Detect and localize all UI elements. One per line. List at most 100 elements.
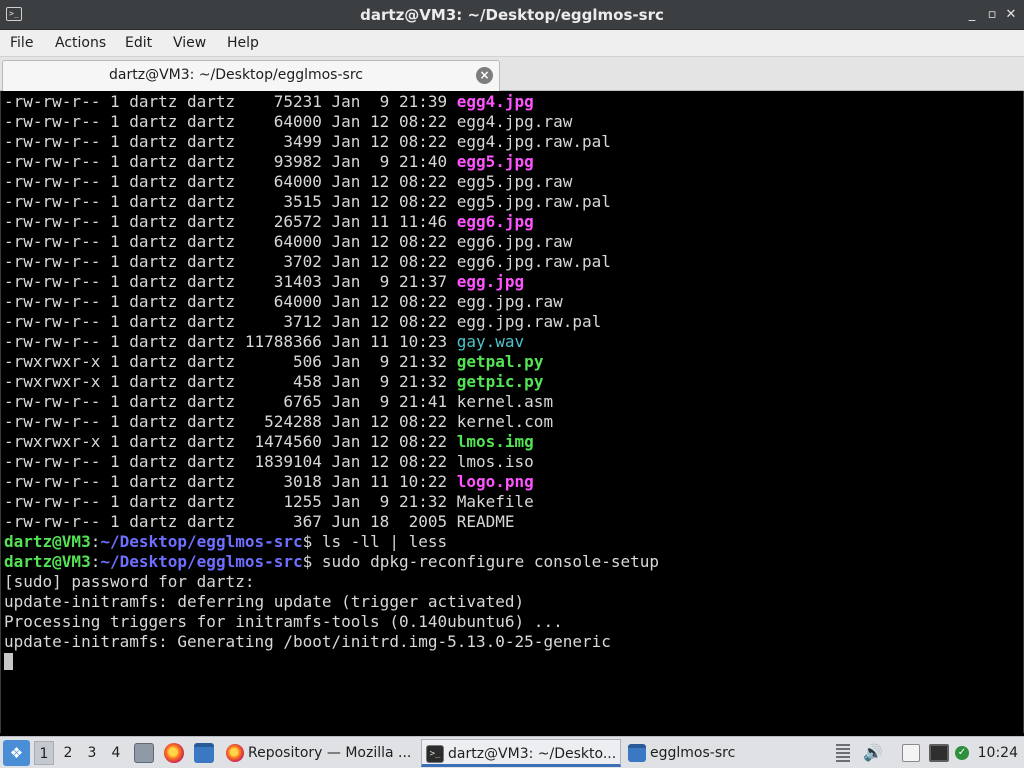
close-icon[interactable]: ✕ [1003,7,1019,23]
terminal-text: -rwxrwxr-x 1 dartz dartz 1474560 Jan 12 … [4,432,457,451]
terminal-text: -rw-rw-r-- 1 dartz dartz 93982 Jan 9 21:… [4,152,457,171]
terminal-text: -rw-rw-r-- 1 dartz dartz 64000 Jan 12 08… [4,232,573,251]
terminal-tab[interactable]: dartz@VM3: ~/Desktop/egglmos-src × [2,60,500,91]
menu-file[interactable]: File [8,30,35,57]
terminal-line: -rw-rw-r-- 1 dartz dartz 75231 Jan 9 21:… [4,92,659,112]
terminal-line: -rwxrwxr-x 1 dartz dartz 458 Jan 9 21:32… [4,372,659,392]
workspace-2[interactable]: 2 [58,741,78,765]
terminal-line: -rw-rw-r-- 1 dartz dartz 64000 Jan 12 08… [4,172,659,192]
terminal-output[interactable]: -rw-rw-r-- 1 dartz dartz 75231 Jan 9 21:… [0,91,1024,733]
terminal-line: -rw-rw-r-- 1 dartz dartz 11788366 Jan 11… [4,332,659,352]
menu-bar: File Actions Edit View Help [0,30,1024,57]
terminal-text-magenta: logo.png [456,472,534,491]
terminal-text: -rw-rw-r-- 1 dartz dartz 1255 Jan 9 21:3… [4,492,534,511]
terminal-line: -rw-rw-r-- 1 dartz dartz 3712 Jan 12 08:… [4,312,659,332]
minimize-icon[interactable]: _ [964,7,980,23]
terminal-text: -rw-rw-r-- 1 dartz dartz 524288 Jan 12 0… [4,412,554,431]
file-manager-launcher-icon[interactable] [194,743,214,763]
terminal-cursor [4,653,13,670]
workspace-1[interactable]: 1 [34,741,54,765]
task-firefox[interactable]: Repository — Mozilla ... [222,739,418,767]
terminal-line: dartz@VM3:~/Desktop/egglmos-src$ ls -ll … [4,532,659,552]
terminal-text: $ sudo dpkg-reconfigure console-setup [302,552,660,571]
terminal-line: -rw-rw-r-- 1 dartz dartz 524288 Jan 12 0… [4,412,659,432]
firefox-icon [226,744,244,762]
terminal-text-prompt-user: dartz@VM3 [4,532,91,551]
terminal-line: -rw-rw-r-- 1 dartz dartz 3499 Jan 12 08:… [4,132,659,152]
terminal-text: -rw-rw-r-- 1 dartz dartz 367 Jun 18 2005… [4,512,515,531]
network-display-icon[interactable] [929,744,949,762]
firefox-launcher-icon[interactable] [164,743,184,763]
terminal-line: -rw-rw-r-- 1 dartz dartz 31403 Jan 9 21:… [4,272,659,292]
task-label: egglmos-src [650,745,736,761]
workspace-4[interactable]: 4 [106,741,126,765]
terminal-line: -rw-rw-r-- 1 dartz dartz 26572 Jan 11 11… [4,212,659,232]
terminal-text-green: lmos.img [456,432,534,451]
terminal-text: -rw-rw-r-- 1 dartz dartz 3515 Jan 12 08:… [4,192,611,211]
menu-edit[interactable]: Edit [123,30,154,57]
terminal-line: update-initramfs: Generating /boot/initr… [4,632,659,652]
terminal-line: -rw-rw-r-- 1 dartz dartz 64000 Jan 12 08… [4,112,659,132]
terminal-line: -rw-rw-r-- 1 dartz dartz 93982 Jan 9 21:… [4,152,659,172]
terminal-text: [sudo] password for dartz: [4,572,255,591]
terminal-line: -rw-rw-r-- 1 dartz dartz 64000 Jan 12 08… [4,232,659,252]
clock[interactable]: 10:24 [978,737,1018,768]
terminal-text-magenta: egg.jpg [456,272,525,291]
terminal-text: -rw-rw-r-- 1 dartz dartz 64000 Jan 12 08… [4,112,573,131]
workspace-3[interactable]: 3 [82,741,102,765]
window-titlebar: >_ dartz@VM3: ~/Desktop/egglmos-src _ ▫ … [0,0,1024,30]
terminal-text: -rw-rw-r-- 1 dartz dartz 3712 Jan 12 08:… [4,312,602,331]
terminal-text: update-initramfs: deferring update (trig… [4,592,525,611]
volume-icon[interactable]: 🔊 [863,744,883,762]
tab-close-icon[interactable]: × [476,67,493,84]
terminal-text: -rw-rw-r-- 1 dartz dartz 75231 Jan 9 21:… [4,92,457,111]
terminal-line [4,652,659,672]
menu-help[interactable]: Help [225,30,261,57]
update-notifier-icon[interactable]: ✓ [955,746,969,760]
show-desktop-icon[interactable] [134,743,154,763]
terminal-text: update-initramfs: Generating /boot/initr… [4,632,611,651]
terminal-line: -rw-rw-r-- 1 dartz dartz 3702 Jan 12 08:… [4,252,659,272]
terminal-text-cyan: gay.wav [456,332,525,351]
terminal-line: update-initramfs: deferring update (trig… [4,592,659,612]
terminal-line: -rw-rw-r-- 1 dartz dartz 3515 Jan 12 08:… [4,192,659,212]
terminal-icon: >_ [426,745,444,763]
terminal-text-magenta: egg5.jpg [456,152,534,171]
terminal-line: -rwxrwxr-x 1 dartz dartz 1474560 Jan 12 … [4,432,659,452]
folder-icon [628,744,646,762]
terminal-text: -rw-rw-r-- 1 dartz dartz 1839104 Jan 12 … [4,452,534,471]
maximize-icon[interactable]: ▫ [984,7,1000,23]
terminal-text: -rw-rw-r-- 1 dartz dartz 3018 Jan 11 10:… [4,472,457,491]
terminal-line: -rw-rw-r-- 1 dartz dartz 367 Jun 18 2005… [4,512,659,532]
terminal-text-green: getpic.py [456,372,544,391]
task-label: dartz@VM3: ~/Deskto... [448,746,617,762]
terminal-text: -rw-rw-r-- 1 dartz dartz 64000 Jan 12 08… [4,292,563,311]
terminal-line: -rw-rw-r-- 1 dartz dartz 3018 Jan 11 10:… [4,472,659,492]
terminal-text-green: getpal.py [456,352,544,371]
terminal-text: -rw-rw-r-- 1 dartz dartz 3499 Jan 12 08:… [4,132,611,151]
terminal-text: $ ls -ll | less [302,532,448,551]
task-terminal[interactable]: >_ dartz@VM3: ~/Deskto... [421,739,621,767]
window-title: dartz@VM3: ~/Desktop/egglmos-src [360,6,664,24]
start-menu-icon[interactable]: ❖ [3,740,30,766]
terminal-text-magenta: egg6.jpg [456,212,534,231]
separator-grip-icon [836,744,850,762]
clipboard-icon[interactable] [902,744,920,762]
menu-actions[interactable]: Actions [53,30,108,57]
terminal-line: dartz@VM3:~/Desktop/egglmos-src$ sudo dp… [4,552,659,572]
terminal-text-prompt-path: ~/Desktop/egglmos-src [100,532,303,551]
terminal-text: : [90,532,101,551]
terminal-text-prompt-user: dartz@VM3 [4,552,91,571]
terminal-text: -rw-rw-r-- 1 dartz dartz 3702 Jan 12 08:… [4,252,611,271]
task-file-manager[interactable]: egglmos-src [624,739,754,767]
terminal-text-prompt-path: ~/Desktop/egglmos-src [100,552,303,571]
terminal-text: -rw-rw-r-- 1 dartz dartz 11788366 Jan 11… [4,332,457,351]
terminal-text: : [90,552,101,571]
terminal-line: -rw-rw-r-- 1 dartz dartz 1255 Jan 9 21:3… [4,492,659,512]
terminal-line: -rwxrwxr-x 1 dartz dartz 506 Jan 9 21:32… [4,352,659,372]
terminal-text: -rw-rw-r-- 1 dartz dartz 26572 Jan 11 11… [4,212,457,231]
taskbar: ❖ 1 2 3 4 Repository — Mozilla ... >_ da… [0,736,1024,768]
terminal-line: -rw-rw-r-- 1 dartz dartz 64000 Jan 12 08… [4,292,659,312]
terminal-lines: -rw-rw-r-- 1 dartz dartz 75231 Jan 9 21:… [4,92,659,672]
menu-view[interactable]: View [171,30,208,57]
